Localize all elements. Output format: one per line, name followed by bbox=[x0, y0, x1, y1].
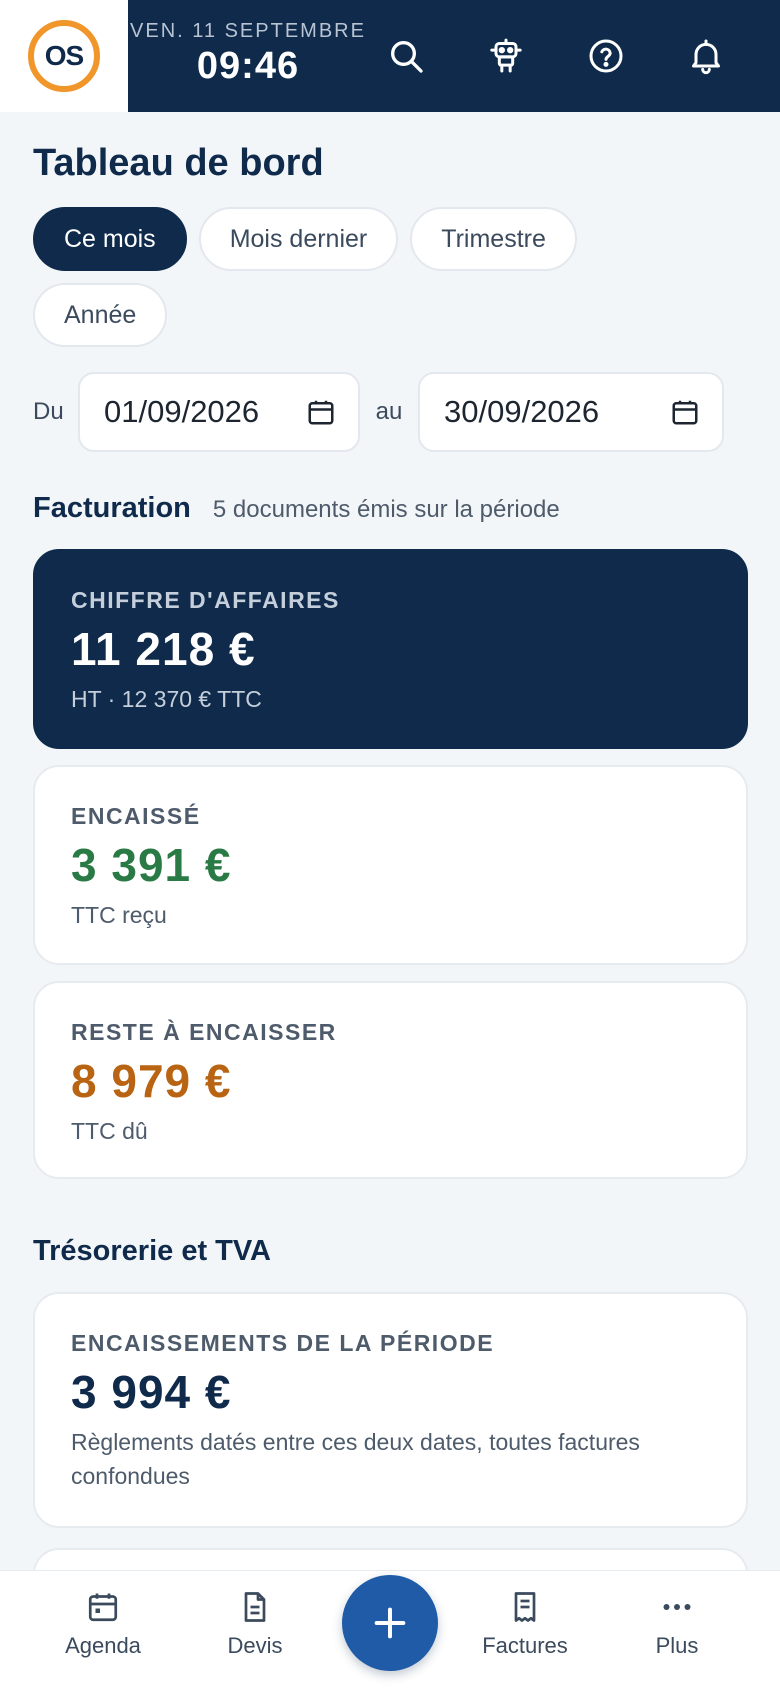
notifications-button[interactable] bbox=[684, 34, 728, 78]
logo-mark: OS bbox=[28, 20, 100, 92]
outstanding-value: 8 979 € bbox=[71, 1055, 232, 1107]
receipt-icon bbox=[514, 1592, 536, 1622]
app-header: OS VEN. 11 SEPTEMBRE 09:46 bbox=[0, 0, 780, 112]
receipts-value: 3 994 € bbox=[71, 1366, 232, 1418]
create-button[interactable] bbox=[342, 1575, 438, 1671]
current-time: 09:46 bbox=[196, 45, 300, 87]
calendar-icon[interactable] bbox=[670, 397, 700, 427]
search-button[interactable] bbox=[384, 34, 428, 78]
dashboard-content: Tableau de bord Ce mois Mois dernier Tri… bbox=[33, 112, 748, 1608]
page-title: Tableau de bord bbox=[33, 142, 324, 184]
revenue-card[interactable]: CHIFFRE D'AFFAIRES 11 218 € HT · 12 370 … bbox=[33, 549, 748, 749]
date-range: Du 01/09/2026 au 30/09/2026 bbox=[33, 372, 748, 452]
collected-note: TTC reçu bbox=[71, 902, 167, 928]
billing-section-header: Facturation 5 documents émis sur la péri… bbox=[33, 492, 748, 525]
outstanding-card[interactable]: RESTE À ENCAISSER 8 979 € TTC dû bbox=[33, 981, 748, 1179]
nav-agenda-label: Agenda bbox=[65, 1633, 141, 1658]
calendar-icon[interactable] bbox=[306, 397, 336, 427]
filter-year[interactable]: Année bbox=[33, 283, 168, 347]
range-to-label: au bbox=[375, 398, 403, 425]
outstanding-note: TTC dû bbox=[71, 1118, 148, 1144]
nav-agenda[interactable]: Agenda bbox=[33, 1589, 173, 1659]
revenue-note: HT · 12 370 € TTC bbox=[71, 686, 262, 712]
billing-subtitle: 5 documents émis sur la période bbox=[212, 496, 560, 523]
nav-invoices[interactable]: Factures bbox=[455, 1589, 595, 1659]
nav-quotes[interactable]: Devis bbox=[185, 1589, 325, 1659]
collected-card[interactable]: ENCAISSÉ 3 391 € TTC reçu bbox=[33, 765, 748, 965]
range-from-label: Du bbox=[33, 398, 64, 425]
billing-title: Facturation bbox=[33, 492, 191, 524]
assistant-button[interactable] bbox=[484, 34, 528, 78]
outstanding-label: RESTE À ENCAISSER bbox=[71, 1019, 337, 1045]
more-icon bbox=[663, 1604, 691, 1610]
end-date-input[interactable]: 30/09/2026 bbox=[418, 372, 724, 452]
treasury-title: Trésorerie et TVA bbox=[33, 1235, 272, 1267]
filter-this-month[interactable]: Ce mois bbox=[33, 207, 187, 271]
receipts-card[interactable]: ENCAISSEMENTS DE LA PÉRIODE 3 994 € Règl… bbox=[33, 1292, 748, 1528]
date-time-display: VEN. 11 SEPTEMBRE 09:46 bbox=[128, 20, 368, 88]
start-date-input[interactable]: 01/09/2026 bbox=[78, 372, 360, 452]
help-button[interactable] bbox=[584, 34, 628, 78]
period-filter-group: Ce mois Mois dernier Trimestre Année bbox=[33, 207, 673, 347]
nav-invoices-label: Factures bbox=[482, 1633, 568, 1658]
calendar-icon bbox=[88, 1593, 118, 1622]
collected-value: 3 391 € bbox=[71, 839, 232, 891]
nav-more[interactable]: Plus bbox=[607, 1589, 747, 1659]
filter-last-month[interactable]: Mois dernier bbox=[198, 207, 399, 271]
revenue-label: CHIFFRE D'AFFAIRES bbox=[71, 587, 340, 613]
help-icon bbox=[589, 39, 623, 73]
revenue-value: 11 218 € bbox=[71, 623, 256, 675]
robot-icon bbox=[490, 38, 522, 73]
search-icon bbox=[391, 41, 423, 73]
document-icon bbox=[244, 1592, 266, 1622]
end-date-value: 30/09/2026 bbox=[444, 394, 600, 429]
plus-icon bbox=[374, 1607, 406, 1639]
nav-quotes-label: Devis bbox=[227, 1633, 283, 1658]
receipts-label: ENCAISSEMENTS DE LA PÉRIODE bbox=[71, 1330, 495, 1356]
collected-label: ENCAISSÉ bbox=[71, 803, 201, 829]
filter-quarter[interactable]: Trimestre bbox=[410, 207, 577, 271]
current-date: VEN. 11 SEPTEMBRE bbox=[130, 20, 366, 42]
nav-more-label: Plus bbox=[655, 1633, 699, 1658]
app-logo[interactable]: OS bbox=[0, 0, 128, 112]
receipts-note: Règlements datés entre ces deux dates, t… bbox=[71, 1429, 640, 1489]
start-date-value: 01/09/2026 bbox=[104, 394, 260, 429]
bell-icon bbox=[692, 39, 720, 75]
